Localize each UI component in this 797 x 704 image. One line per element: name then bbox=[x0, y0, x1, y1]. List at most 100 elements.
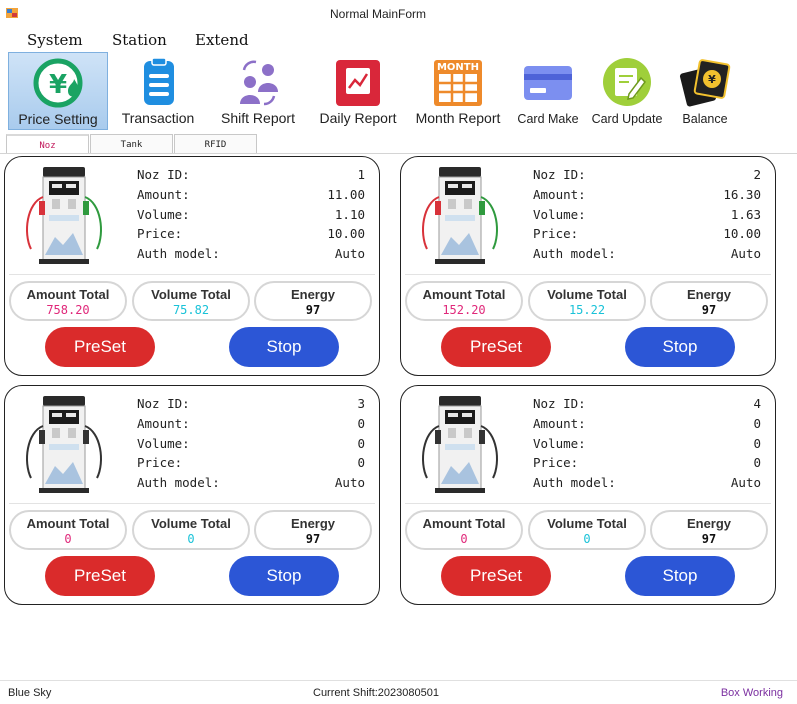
volume-label: Volume: bbox=[137, 206, 190, 222]
auth-model-label: Auth model: bbox=[533, 246, 616, 262]
card-make-label: Card Make bbox=[517, 112, 579, 126]
menu-system[interactable]: System bbox=[27, 31, 83, 49]
title-bar: Normal MainForm bbox=[0, 0, 797, 26]
price-value: 0 bbox=[357, 455, 365, 471]
noz-id-label: Noz ID: bbox=[137, 396, 190, 411]
price-value: 10.00 bbox=[723, 226, 761, 242]
tab-divider bbox=[0, 153, 797, 154]
shift-report-button[interactable]: Shift Report bbox=[212, 52, 304, 130]
energy-box: Energy 97 bbox=[254, 510, 372, 550]
nozzle-info: Noz ID: 1 Amount: 11.00 Volume: 1.10 Price:… bbox=[137, 167, 365, 266]
menu-extend[interactable]: Extend bbox=[195, 31, 249, 49]
volume-total-value: 15.22 bbox=[568, 303, 606, 317]
preset-button[interactable]: PreSet bbox=[45, 327, 155, 367]
volume-label: Volume: bbox=[533, 435, 586, 451]
transaction-label: Transaction bbox=[121, 110, 195, 126]
auth-model-label: Auth model: bbox=[533, 475, 616, 491]
noz-id-label: Noz ID: bbox=[533, 396, 586, 411]
svg-text:¥: ¥ bbox=[708, 73, 716, 86]
tab-noz[interactable]: Noz bbox=[6, 134, 89, 154]
stop-button[interactable]: Stop bbox=[625, 327, 735, 367]
preset-button[interactable]: PreSet bbox=[441, 556, 551, 596]
nozzle-info: Noz ID: 3 Amount: 0 Volume: 0 Price: 0 Auth … bbox=[137, 396, 365, 495]
amount-total-box: Amount Total 758.20 bbox=[9, 281, 127, 321]
price-label: Price: bbox=[533, 455, 579, 471]
volume-total-box: Volume Total 0 bbox=[528, 510, 646, 550]
fuel-pump-icon bbox=[422, 167, 498, 264]
svg-text:¥: ¥ bbox=[49, 70, 67, 100]
energy-value: 97 bbox=[701, 303, 717, 317]
price-setting-button[interactable]: ¥ Price Setting bbox=[8, 52, 108, 130]
fuel-pump-icon bbox=[422, 396, 498, 493]
noz-id-label: Noz ID: bbox=[137, 167, 190, 182]
energy-label: Energy bbox=[686, 287, 732, 302]
volume-value: 1.10 bbox=[334, 206, 365, 222]
price-label: Price: bbox=[533, 226, 579, 242]
noz-id-value: 1 bbox=[357, 167, 365, 182]
status-station-name: Blue Sky bbox=[8, 687, 52, 699]
amount-total-label: Amount Total bbox=[26, 516, 110, 531]
amount-total-box: Amount Total 0 bbox=[405, 510, 523, 550]
volume-total-box: Volume Total 15.22 bbox=[528, 281, 646, 321]
transaction-icon bbox=[144, 57, 174, 105]
volume-total-value: 0 bbox=[583, 532, 591, 546]
month-report-icon: MONTH bbox=[434, 60, 482, 106]
amount-value: 0 bbox=[753, 415, 761, 431]
preset-button[interactable]: PreSet bbox=[441, 327, 551, 367]
balance-label: Balance bbox=[682, 112, 728, 126]
noz-id-label: Noz ID: bbox=[533, 167, 586, 182]
status-box-working: Box Working bbox=[720, 687, 783, 699]
nozzle-info: Noz ID: 4 Amount: 0 Volume: 0 Price: 0 Auth … bbox=[533, 396, 761, 495]
price-setting-label: Price Setting bbox=[18, 111, 98, 127]
panel-divider bbox=[9, 503, 375, 504]
transaction-button[interactable]: Transaction bbox=[112, 52, 204, 130]
panel-divider bbox=[9, 274, 375, 275]
nozzle-panel-4: Noz ID: 4 Amount: 0 Volume: 0 Price: 0 Auth … bbox=[400, 385, 776, 605]
amount-total-value: 0 bbox=[460, 532, 468, 546]
nozzle-info: Noz ID: 2 Amount: 16.30 Volume: 1.63 Price:… bbox=[533, 167, 761, 266]
price-value: 0 bbox=[753, 455, 761, 471]
daily-report-button[interactable]: Daily Report bbox=[312, 52, 404, 130]
amount-total-value: 152.20 bbox=[442, 303, 486, 317]
amount-label: Amount: bbox=[137, 186, 190, 202]
daily-report-label: Daily Report bbox=[319, 110, 397, 126]
volume-label: Volume: bbox=[533, 206, 586, 222]
panel-divider bbox=[405, 503, 771, 504]
stop-button[interactable]: Stop bbox=[229, 327, 339, 367]
amount-label: Amount: bbox=[137, 415, 190, 431]
card-make-button[interactable]: Card Make bbox=[512, 52, 584, 130]
status-current-shift: Current Shift:2023080501 bbox=[313, 687, 439, 699]
month-report-button[interactable]: MONTH Month Report bbox=[412, 52, 504, 130]
stop-button[interactable]: Stop bbox=[625, 556, 735, 596]
stop-button[interactable]: Stop bbox=[229, 556, 339, 596]
tab-tank[interactable]: Tank bbox=[90, 134, 173, 154]
volume-value: 0 bbox=[753, 435, 761, 451]
noz-id-value: 3 bbox=[357, 396, 365, 411]
auth-model-value: Auto bbox=[730, 475, 761, 491]
balance-icon: ¥ bbox=[679, 59, 731, 107]
volume-value: 1.63 bbox=[730, 206, 761, 222]
volume-value: 0 bbox=[357, 435, 365, 451]
menu-bar: System Station Extend bbox=[0, 26, 797, 50]
amount-total-label: Amount Total bbox=[422, 516, 506, 531]
menu-station[interactable]: Station bbox=[112, 31, 167, 49]
auth-model-label: Auth model: bbox=[137, 475, 220, 491]
noz-id-value: 2 bbox=[753, 167, 761, 182]
energy-label: Energy bbox=[290, 516, 336, 531]
energy-label: Energy bbox=[686, 516, 732, 531]
volume-total-box: Volume Total 0 bbox=[132, 510, 250, 550]
volume-total-label: Volume Total bbox=[151, 287, 231, 302]
nozzle-panel-3: Noz ID: 3 Amount: 0 Volume: 0 Price: 0 Auth … bbox=[4, 385, 380, 605]
amount-total-label: Amount Total bbox=[422, 287, 506, 302]
tab-rfid[interactable]: RFID bbox=[174, 134, 257, 154]
balance-button[interactable]: ¥ Balance bbox=[670, 52, 740, 130]
nozzle-panel-2: Noz ID: 2 Amount: 16.30 Volume: 1.63 Price:… bbox=[400, 156, 776, 376]
energy-value: 97 bbox=[701, 532, 717, 546]
svg-text:MONTH: MONTH bbox=[437, 62, 479, 73]
card-make-icon bbox=[524, 66, 572, 100]
amount-label: Amount: bbox=[533, 415, 586, 431]
auth-model-value: Auto bbox=[730, 246, 761, 262]
preset-button[interactable]: PreSet bbox=[45, 556, 155, 596]
card-update-button[interactable]: Card Update bbox=[588, 52, 666, 130]
price-setting-icon: ¥ bbox=[33, 58, 83, 108]
